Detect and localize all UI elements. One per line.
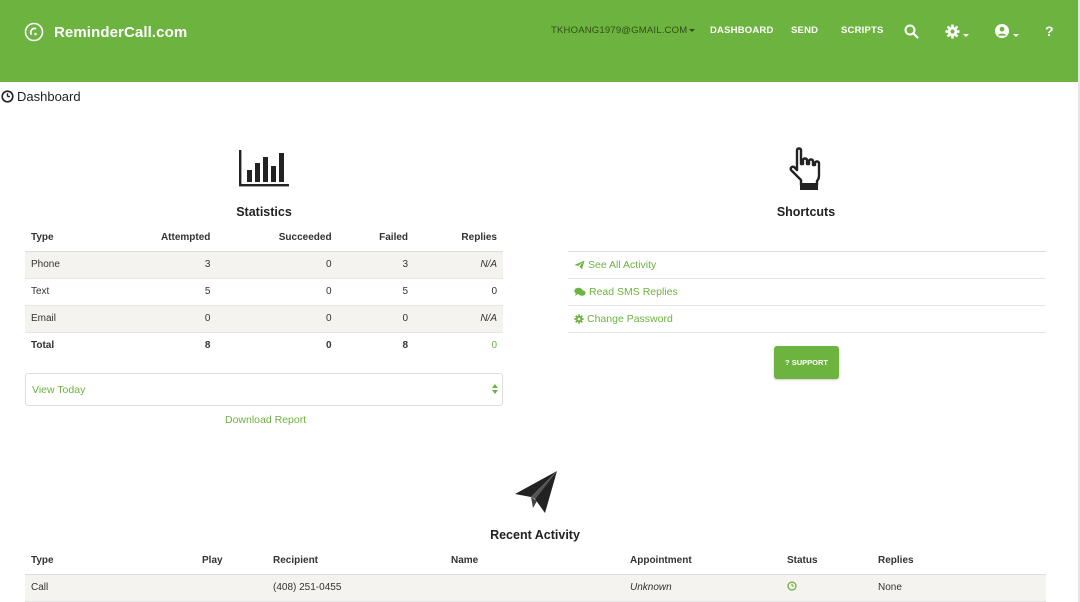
brand-link[interactable]: ReminderCall.com — [24, 20, 187, 44]
table-cell: 0 — [337, 305, 415, 333]
table-row: Text 5 0 5 0 — [25, 278, 503, 306]
chevron-down-icon — [689, 28, 696, 32]
table-cell: N/A — [414, 305, 503, 333]
shortcuts-title: Shortcuts — [776, 205, 836, 219]
table-cell: 0 — [414, 278, 503, 306]
nav-send[interactable]: SEND — [791, 25, 818, 36]
download-report-link[interactable]: Download Report — [225, 414, 306, 426]
table-cell: 5 — [101, 278, 217, 306]
pointer-hand-icon — [789, 147, 821, 190]
table-row: Phone 3 0 3 N/A — [25, 251, 503, 279]
table-cell: Text — [25, 278, 102, 306]
page-title-text: Dashboard — [17, 89, 81, 104]
recent-activity-title: Recent Activity — [490, 528, 580, 542]
chat-icon — [574, 287, 586, 296]
user-icon — [995, 24, 1009, 38]
search-button[interactable] — [904, 22, 919, 40]
table-cell: N/A — [414, 251, 503, 279]
column-header: Recipient — [267, 548, 445, 575]
table-cell: 8 — [402, 340, 409, 352]
period-select[interactable]: View Today — [25, 373, 503, 406]
total-replies-link[interactable]: 0 — [414, 332, 503, 359]
brand-name: ReminderCall.com — [54, 23, 188, 41]
paper-plane-icon — [515, 471, 557, 513]
shortcut-see-all-activity[interactable]: See All Activity — [568, 252, 1046, 279]
page-title: Dashboard — [1, 89, 81, 104]
table-cell: Email — [25, 305, 102, 333]
table-cell: Phone — [25, 251, 102, 279]
gear-icon — [574, 314, 584, 324]
activity-type: Call — [25, 574, 196, 602]
column-header: Status — [781, 548, 872, 575]
column-header: Appointment — [624, 548, 781, 575]
user-menu[interactable]: TKHOANG1979@GMAIL.COM — [551, 25, 696, 36]
table-cell: 0 — [216, 305, 338, 333]
column-header: Failed — [337, 225, 415, 252]
send-icon — [574, 260, 585, 270]
help-button[interactable]: ? — [1045, 22, 1054, 40]
table-cell: 5 — [337, 278, 415, 306]
table-header: Type Play Recipient Name Appointment Sta… — [25, 548, 1046, 575]
settings-menu[interactable] — [945, 22, 969, 40]
table-cell: 0 — [101, 305, 217, 333]
dashboard-icon — [1, 90, 14, 103]
column-header: Replies — [414, 225, 503, 252]
period-select-value: View Today — [32, 383, 86, 396]
statistics-title: Statistics — [236, 205, 292, 219]
table-cell: Total — [31, 340, 55, 352]
select-arrows-icon — [492, 384, 498, 396]
activity-appointment: Unknown — [624, 574, 781, 602]
activity-name — [445, 574, 624, 602]
table-row[interactable]: Call (408) 251-0455 Unknown None — [25, 574, 1046, 602]
shortcut-label: See All Activity — [588, 259, 657, 271]
total-row: Total 8 0 8 0 — [25, 332, 503, 359]
activity-status — [781, 574, 872, 602]
shortcut-change-password[interactable]: Change Password — [568, 306, 1046, 333]
clock-icon — [787, 581, 797, 591]
chevron-down-icon — [963, 33, 969, 37]
statistics-table: Type Attempted Succeeded Failed Replies … — [25, 225, 503, 359]
activity-recipient: (408) 251-0455 — [267, 574, 445, 602]
column-header: Succeeded — [216, 225, 338, 252]
top-navbar: ReminderCall.com TKHOANG1979@GMAIL.COM D… — [0, 0, 1080, 82]
table-cell: 3 — [337, 251, 415, 279]
shortcut-read-sms-replies[interactable]: Read SMS Replies — [568, 279, 1046, 306]
nav-scripts[interactable]: SCRIPTS — [841, 25, 884, 36]
nav-dashboard[interactable]: DASHBOARD — [710, 25, 774, 36]
column-header: Type — [25, 225, 102, 252]
column-header: Play — [196, 548, 267, 575]
activity-replies: None — [872, 574, 1046, 602]
chevron-down-icon — [1013, 33, 1019, 37]
column-header: Type — [25, 548, 196, 575]
bar-chart-icon — [239, 150, 289, 187]
table-header: Type Attempted Succeeded Failed Replies — [25, 225, 503, 252]
activity-play[interactable] — [196, 574, 267, 602]
column-header: Name — [445, 548, 624, 575]
shortcut-label: Read SMS Replies — [589, 286, 678, 298]
search-icon — [904, 24, 919, 39]
table-cell: 3 — [101, 251, 217, 279]
account-menu[interactable] — [994, 22, 1019, 40]
table-cell: 0 — [326, 340, 332, 352]
logo-icon — [24, 22, 44, 42]
table-cell: 0 — [216, 278, 338, 306]
shortcut-label: Change Password — [587, 313, 673, 325]
table-row: Email 0 0 0 N/A — [25, 305, 503, 333]
support-button[interactable]: ? SUPPORT — [774, 346, 839, 379]
user-email: TKHOANG1979@GMAIL.COM — [551, 25, 688, 36]
table-cell: 8 — [204, 340, 211, 352]
table-cell: 0 — [216, 251, 338, 279]
shortcut-list: See All Activity Read SMS Replies Change… — [568, 251, 1046, 333]
gear-icon — [945, 23, 960, 39]
recent-activity-table: Type Play Recipient Name Appointment Sta… — [25, 548, 1046, 602]
column-header: Replies — [872, 548, 1046, 575]
help-icon: ? — [1045, 23, 1054, 39]
column-header: Attempted — [101, 225, 217, 252]
